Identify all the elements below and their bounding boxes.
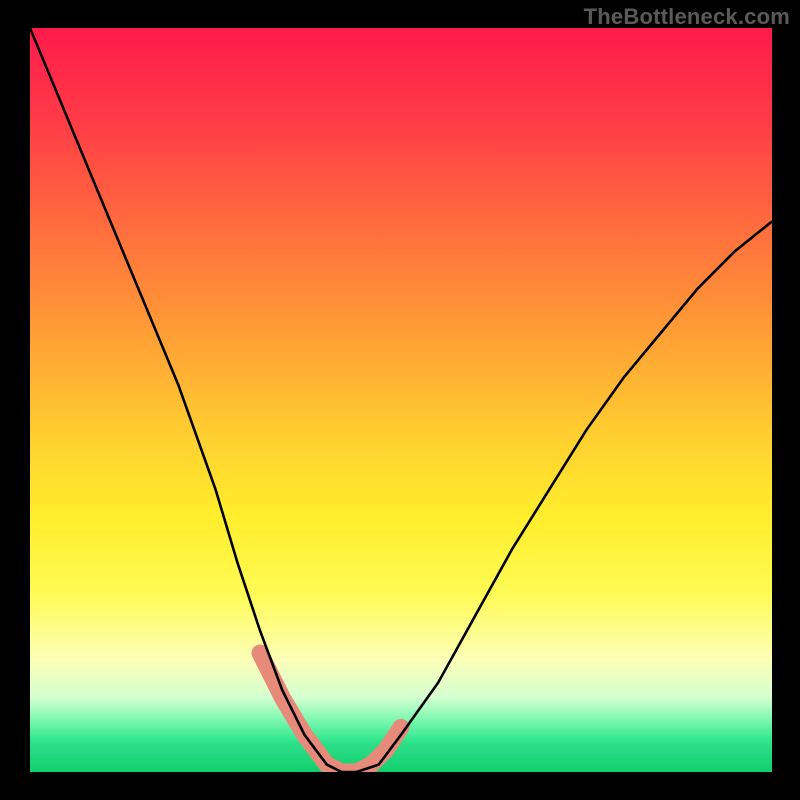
bottleneck-curve-line bbox=[30, 28, 772, 772]
chart-frame: TheBottleneck.com bbox=[0, 0, 800, 800]
watermark-text: TheBottleneck.com bbox=[584, 4, 790, 30]
bottleneck-curve bbox=[30, 28, 772, 772]
plot-area bbox=[30, 28, 772, 772]
highlight-markers bbox=[260, 653, 401, 772]
